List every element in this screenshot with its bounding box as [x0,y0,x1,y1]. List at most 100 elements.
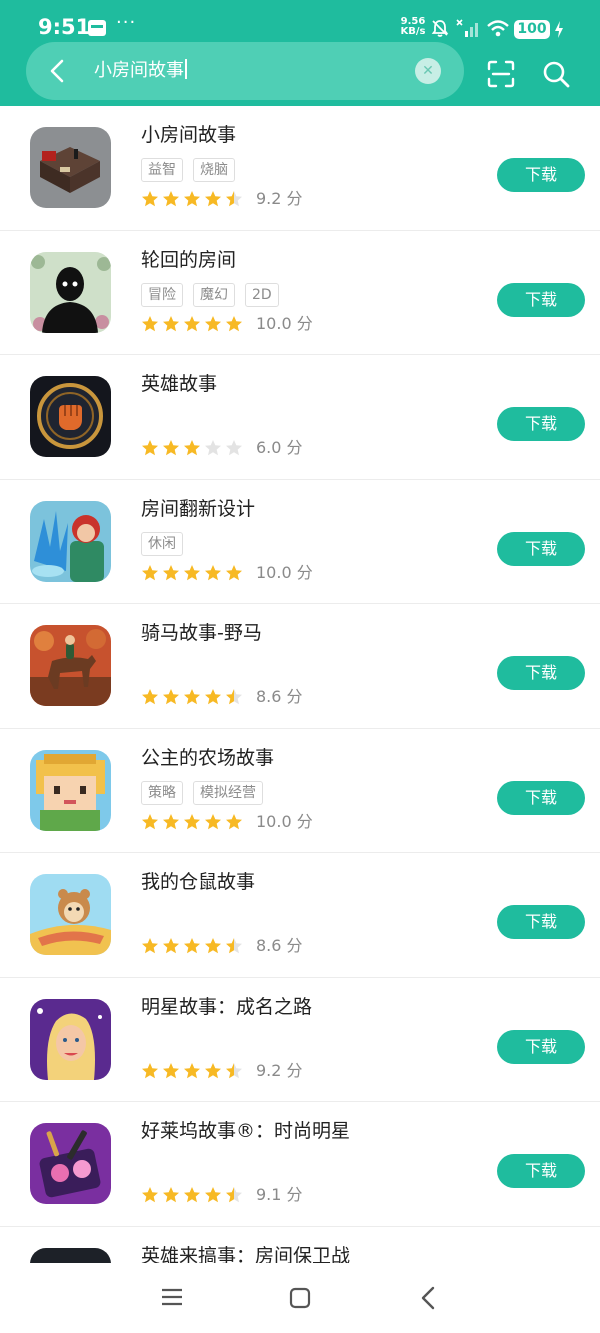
home-square-icon[interactable] [288,1286,312,1310]
app-icon[interactable] [30,625,111,706]
app-name[interactable]: 骑马故事-野马 [141,621,262,645]
app-icon[interactable] [30,1247,111,1263]
app-tag[interactable]: 益智 [141,158,183,182]
star-half-icon [226,191,242,207]
message-notification-icon [88,20,106,36]
search-results-list[interactable]: 小房间故事 益智 烧脑 9.2 分 下载 轮回的房间 冒险 魔幻 2D 10.0… [0,106,600,1263]
chevron-left-icon[interactable] [44,57,72,85]
app-icon[interactable] [30,251,111,333]
app-name[interactable]: 我的仓鼠故事 [141,870,255,894]
app-list-item[interactable]: 公主的农场故事 策略 模拟经营 10.0 分 下载 [0,729,600,853]
app-tag[interactable]: 策略 [141,780,183,805]
star-full-icon [226,315,242,331]
star-full-icon [163,689,179,705]
star-full-icon [184,1187,200,1203]
app-list-item[interactable]: 英雄来搞事：房间保卫战 [0,1227,600,1264]
app-list-item[interactable]: 小房间故事 益智 烧脑 9.2 分 下载 [0,106,600,231]
app-name[interactable]: 英雄来搞事：房间保卫战 [141,1244,350,1264]
scan-icon[interactable] [486,59,516,89]
app-list-item[interactable]: 我的仓鼠故事 8.6 分 下载 [0,853,600,978]
app-name[interactable]: 房间翻新设计 [141,497,255,521]
app-name[interactable]: 公主的农场故事 [141,746,274,770]
app-tag[interactable]: 模拟经营 [193,780,263,805]
star-rating [141,937,246,955]
app-tag[interactable]: 烧脑 [193,158,235,182]
wifi-icon [487,20,509,37]
app-list-item[interactable]: 房间翻新设计 休闲 10.0 分 下载 [0,480,600,604]
star-full-icon [205,315,221,331]
star-rating [141,1186,246,1204]
app-name[interactable]: 英雄故事 [141,372,217,396]
star-half-icon [226,1062,242,1078]
star-full-icon [142,315,158,331]
star-empty-icon [226,440,242,456]
app-name[interactable]: 明星故事：成名之路 [141,995,312,1019]
star-full-icon [184,564,200,580]
download-button[interactable]: 下载 [497,282,585,317]
app-icon[interactable] [30,376,111,457]
star-full-icon [205,813,221,829]
app-icon[interactable] [30,749,111,831]
app-score: 9.2 分 [256,1060,303,1080]
download-button[interactable]: 下载 [497,656,585,690]
download-button[interactable]: 下载 [497,407,585,441]
star-full-icon [184,440,200,456]
battery-level: 100 [514,20,550,39]
app-list-item[interactable]: 轮回的房间 冒险 魔幻 2D 10.0 分 下载 [0,231,600,355]
app-name[interactable]: 轮回的房间 [141,248,236,272]
app-name[interactable]: 好莱坞故事®：时尚明星 [141,1119,350,1143]
star-full-icon [184,315,200,331]
network-speed-unit: KB/s [400,26,426,37]
app-score: 9.1 分 [256,1185,303,1204]
app-tag[interactable]: 2D [245,282,279,307]
star-full-icon [163,440,179,456]
app-score: 9.2 分 [256,189,303,208]
search-input[interactable]: 小房间故事 [94,59,187,82]
download-button[interactable]: 下载 [497,1029,585,1064]
download-button[interactable]: 下载 [497,1154,585,1188]
app-tag[interactable]: 魔幻 [193,282,235,307]
star-full-icon [205,689,221,705]
app-tag[interactable]: 休闲 [141,531,183,556]
back-triangle-icon[interactable] [418,1285,438,1311]
star-full-icon [205,1187,221,1203]
star-full-icon [184,813,200,829]
star-full-icon [163,564,179,580]
app-rating: 8.6 分 [141,687,303,707]
app-list-item[interactable]: 英雄故事 6.0 分 下载 [0,355,600,480]
app-icon[interactable] [30,998,111,1080]
download-button[interactable]: 下载 [497,531,585,566]
app-icon[interactable] [30,1123,111,1204]
search-icon[interactable] [542,60,570,88]
app-list-item[interactable]: 骑马故事-野马 8.6 分 下载 [0,604,600,729]
star-full-icon [184,1062,200,1078]
app-icon[interactable] [30,500,111,582]
app-rating: 8.6 分 [141,936,303,956]
star-rating [141,315,246,333]
app-tags: 策略 模拟经营 [141,780,263,805]
close-icon[interactable]: ✕ [415,58,441,84]
search-bar[interactable]: 小房间故事 ✕ [26,42,464,100]
app-score: 8.6 分 [256,936,303,955]
app-tags: 休闲 [141,531,183,556]
star-full-icon [142,191,158,207]
download-button[interactable]: 下载 [497,158,585,192]
top-header: 9:51 ··· 9.56 KB/s 100 小房间故事 ✕ [0,0,600,106]
app-list-item[interactable]: 明星故事：成名之路 9.2 分 下载 [0,978,600,1102]
charging-bolt-icon [555,21,563,38]
menu-icon[interactable] [160,1285,184,1309]
star-full-icon [163,813,179,829]
download-button[interactable]: 下载 [497,905,585,939]
app-icon[interactable] [30,127,111,208]
star-rating [141,564,246,582]
star-half-icon [226,1187,242,1203]
star-rating [141,688,246,706]
app-tag[interactable]: 冒险 [141,282,183,307]
app-score: 6.0 分 [256,438,303,457]
download-button[interactable]: 下载 [497,780,585,815]
star-half-icon [226,689,242,705]
app-icon[interactable] [30,874,111,955]
app-list-item[interactable]: 好莱坞故事®：时尚明星 9.1 分 下载 [0,1102,600,1227]
app-name[interactable]: 小房间故事 [141,123,236,147]
app-score: 10.0 分 [256,811,313,831]
